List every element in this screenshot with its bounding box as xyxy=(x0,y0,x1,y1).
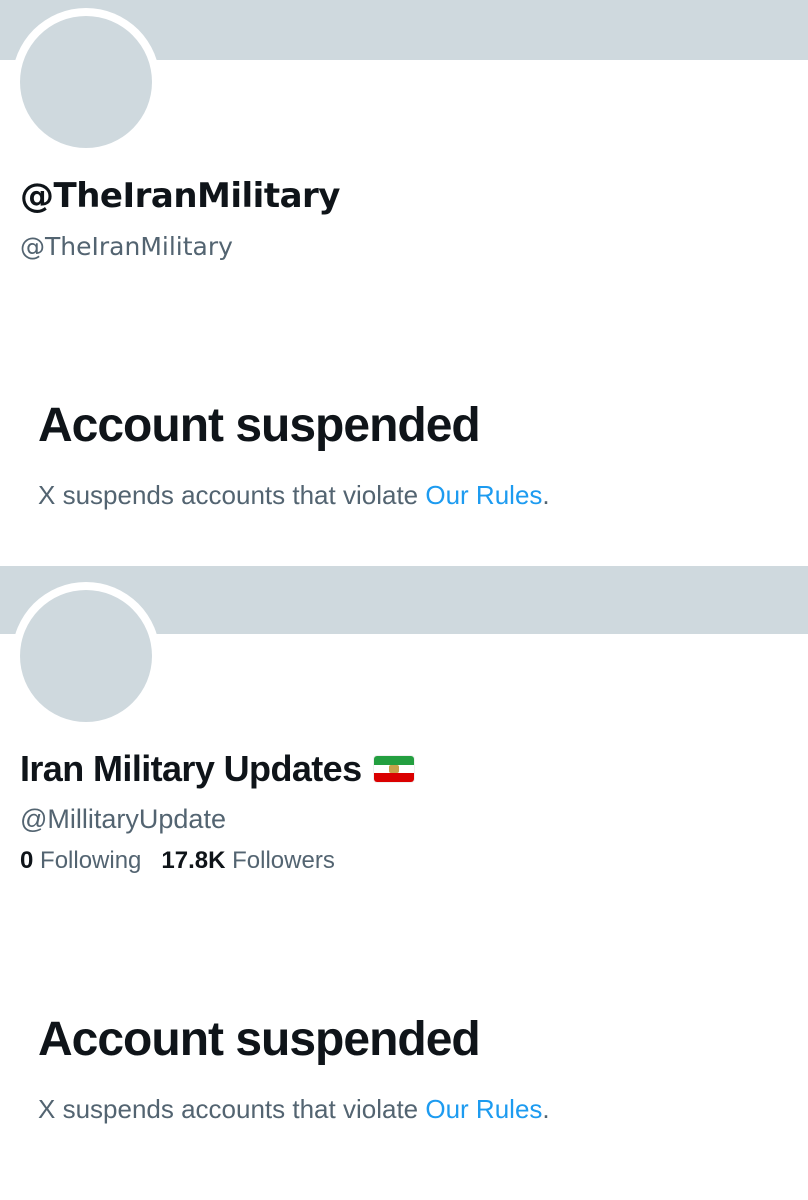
profile-display-name: @TheIranMilitary xyxy=(20,176,340,216)
page: @TheIranMilitary @TheIranMilitary Accoun… xyxy=(0,0,808,1200)
profile-handle: @MillitaryUpdate xyxy=(20,804,226,834)
following-stat[interactable]: 0 Following xyxy=(20,847,141,874)
iran-flag-icon xyxy=(373,756,414,782)
suspended-message-suffix: . xyxy=(542,480,550,510)
our-rules-link[interactable]: Our Rules xyxy=(425,480,542,510)
follow-stats: 0 Following 17.8K Followers xyxy=(20,847,355,875)
followers-stat[interactable]: 17.8K Followers xyxy=(161,847,334,874)
profile-panel-1: @TheIranMilitary @TheIranMilitary Accoun… xyxy=(0,0,808,566)
suspended-message-text: X suspends accounts that violate xyxy=(38,480,426,510)
suspended-message-text: X suspends accounts that violate xyxy=(38,1094,426,1124)
profile-display-name: Iran Military Updates xyxy=(20,748,414,790)
following-count: 0 xyxy=(20,847,34,874)
display-name-text: Iran Military Updates xyxy=(20,748,362,789)
following-label: Following xyxy=(33,847,142,874)
suspended-title: Account suspended xyxy=(38,399,481,452)
suspended-message: X suspends accounts that violate Our Rul… xyxy=(38,1094,550,1125)
suspended-message: X suspends accounts that violate Our Rul… xyxy=(38,480,550,511)
followers-label: Followers xyxy=(225,847,335,874)
avatar[interactable] xyxy=(20,590,152,722)
profile-handle: @TheIranMilitary xyxy=(20,232,233,261)
suspended-title: Account suspended xyxy=(38,1013,481,1066)
avatar-border xyxy=(12,8,160,156)
avatar-border xyxy=(12,582,160,730)
profile-panel-2: Iran Military Updates @MillitaryUpdate 0… xyxy=(0,566,808,1200)
avatar[interactable] xyxy=(20,16,152,148)
followers-count: 17.8K xyxy=(161,847,226,874)
our-rules-link[interactable]: Our Rules xyxy=(425,1094,542,1124)
suspended-message-suffix: . xyxy=(542,1094,550,1124)
display-name-text: @TheIranMilitary xyxy=(20,176,340,216)
